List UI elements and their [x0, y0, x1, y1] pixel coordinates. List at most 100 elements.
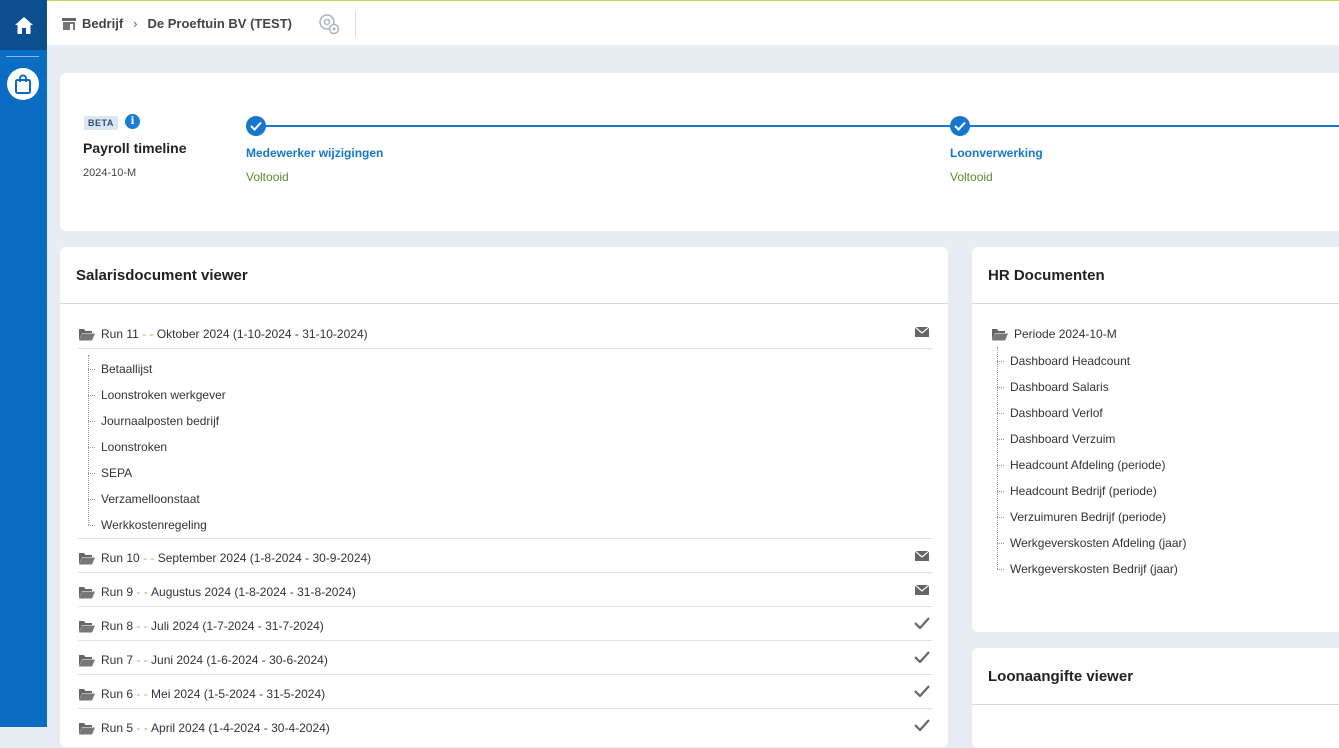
step-complete-icon: [246, 116, 266, 136]
run-separator: - -: [133, 687, 152, 701]
run-folder[interactable]: Run 10 - - September 2024 (1-8-2024 - 30…: [79, 551, 371, 565]
tree-connector: [997, 465, 1004, 466]
check-icon: [250, 121, 262, 131]
run-period: Juni 2024 (1-6-2024 - 30-6-2024): [151, 653, 328, 667]
panel-title: Loonaangifte viewer: [988, 668, 1134, 685]
tree-connector: [997, 569, 1004, 570]
panel-divider: [60, 303, 948, 304]
hr-document-link[interactable]: Headcount Bedrijf (periode): [1010, 484, 1157, 498]
run-separator: - -: [138, 327, 157, 341]
hr-document-link[interactable]: Dashboard Verzuim: [1010, 432, 1115, 446]
folder-open-icon: [79, 620, 95, 632]
run-name: Run 10: [101, 551, 140, 565]
check-icon: [914, 651, 930, 663]
tree-connector: [997, 347, 998, 569]
tree-connector: [88, 369, 95, 370]
step-status: Voltooid: [246, 170, 289, 184]
hr-document-link[interactable]: Werkgeverskosten Afdeling (jaar): [1010, 536, 1187, 550]
chevron-right-icon: ›: [133, 16, 138, 31]
breadcrumb-company-label[interactable]: Bedrijf: [82, 16, 123, 31]
document-link[interactable]: Werkkostenregeling: [101, 518, 207, 532]
folder-open-icon: [79, 722, 95, 734]
folder-open-icon: [79, 328, 95, 340]
run-name: Run 11: [101, 327, 139, 341]
mail-icon[interactable]: [915, 327, 929, 337]
document-link[interactable]: Verzamelloonstaat: [101, 492, 200, 506]
location-settings-button[interactable]: [318, 13, 342, 40]
folder-open-icon: [79, 654, 95, 666]
run-name: Run 6: [101, 687, 134, 701]
run-period: Juli 2024 (1-7-2024 - 31-7-2024): [151, 619, 324, 633]
document-link[interactable]: Loonstroken: [101, 440, 167, 454]
run-folder[interactable]: Run 9 - - Augustus 2024 (1-8-2024 - 31-8…: [79, 585, 356, 599]
tree-connector: [88, 499, 95, 500]
timeline-period: 2024-10-M: [83, 167, 137, 179]
tree-connector: [997, 439, 1004, 440]
run-folder[interactable]: Run 7 - - Juni 2024 (1-6-2024 - 30-6-202…: [79, 653, 328, 667]
check-icon: [914, 617, 930, 629]
document-link[interactable]: Loonstroken werkgever: [101, 388, 226, 402]
mail-icon[interactable]: [915, 551, 929, 561]
run-period: Augustus 2024 (1-8-2024 - 31-8-2024): [151, 585, 356, 599]
top-bar: Bedrijf › De Proeftuin BV (TEST): [47, 0, 1339, 45]
check-icon: [954, 121, 966, 131]
home-button[interactable]: [0, 0, 47, 50]
run-period: Oktober 2024 (1-10-2024 - 31-10-2024): [156, 327, 368, 341]
run-separator: - -: [139, 551, 158, 565]
timeline-title: Payroll timeline: [83, 140, 187, 156]
row-divider: [78, 572, 932, 573]
tree-connector: [88, 447, 95, 448]
hr-document-link[interactable]: Dashboard Headcount: [1010, 354, 1130, 368]
step-label[interactable]: Loonverwerking: [950, 146, 1043, 160]
period-folder[interactable]: Periode 2024-10-M: [992, 327, 1117, 341]
run-separator: - -: [133, 585, 152, 599]
breadcrumb-divider: [355, 11, 356, 37]
run-name: Run 8: [101, 619, 134, 633]
tree-connector: [997, 517, 1004, 518]
run-name: Run 9: [101, 585, 134, 599]
run-folder[interactable]: Run 6 - - Mei 2024 (1-5-2024 - 31-5-2024…: [79, 687, 325, 701]
tree-connector: [997, 387, 1004, 388]
loonaangifte-viewer-panel: Loonaangifte viewer: [972, 648, 1339, 748]
hr-document-link[interactable]: Werkgeverskosten Bedrijf (jaar): [1010, 562, 1178, 576]
location-gear-icon: [319, 14, 340, 35]
panel-divider: [972, 704, 1339, 705]
hr-documenten-panel: HR Documenten Periode 2024-10-M Dashboar…: [972, 247, 1339, 632]
run-folder[interactable]: Run 8 - - Juli 2024 (1-7-2024 - 31-7-202…: [79, 619, 324, 633]
mail-icon[interactable]: [915, 585, 929, 595]
panel-divider: [972, 303, 1339, 304]
rail-divider: [6, 56, 39, 57]
timeline-track: [256, 125, 1339, 127]
run-separator: - -: [133, 619, 152, 633]
run-name: Run 5: [101, 721, 134, 735]
row-divider: [78, 708, 932, 709]
row-divider: [78, 674, 932, 675]
shopping-bag-button[interactable]: [7, 68, 39, 100]
hr-document-link[interactable]: Dashboard Salaris: [1010, 380, 1109, 394]
hr-document-link[interactable]: Verzuimuren Bedrijf (periode): [1010, 510, 1166, 524]
row-divider: [78, 606, 932, 607]
document-link[interactable]: Betaallijst: [101, 362, 152, 376]
breadcrumb-company-name: De Proeftuin BV (TEST): [147, 16, 292, 31]
row-divider: [78, 348, 932, 349]
hr-document-link[interactable]: Dashboard Verlof: [1010, 406, 1103, 420]
step-label[interactable]: Medewerker wijzigingen: [246, 146, 383, 160]
tree-connector: [88, 395, 95, 396]
check-icon: [914, 685, 930, 697]
tree-connector: [88, 473, 95, 474]
payroll-timeline-card: BETA i Payroll timeline 2024-10-M Medewe…: [60, 73, 1339, 231]
document-link[interactable]: SEPA: [101, 466, 132, 480]
info-icon[interactable]: i: [125, 114, 140, 129]
document-link[interactable]: Journaalposten bedrijf: [101, 414, 219, 428]
run-period: April 2024 (1-4-2024 - 30-4-2024): [151, 721, 330, 735]
check-icon: [914, 719, 930, 731]
step-status: Voltooid: [950, 170, 993, 184]
period-folder-label: Periode 2024-10-M: [1014, 327, 1117, 341]
row-divider: [78, 538, 932, 539]
run-period: Mei 2024 (1-5-2024 - 31-5-2024): [151, 687, 326, 701]
hr-document-link[interactable]: Headcount Afdeling (periode): [1010, 458, 1165, 472]
run-period: September 2024 (1-8-2024 - 30-9-2024): [157, 551, 372, 565]
run-folder[interactable]: Run 5 - - April 2024 (1-4-2024 - 30-4-20…: [79, 721, 330, 735]
run-folder[interactable]: Run 11 - - Oktober 2024 (1-10-2024 - 31-…: [79, 327, 368, 341]
tree-connector: [88, 421, 95, 422]
